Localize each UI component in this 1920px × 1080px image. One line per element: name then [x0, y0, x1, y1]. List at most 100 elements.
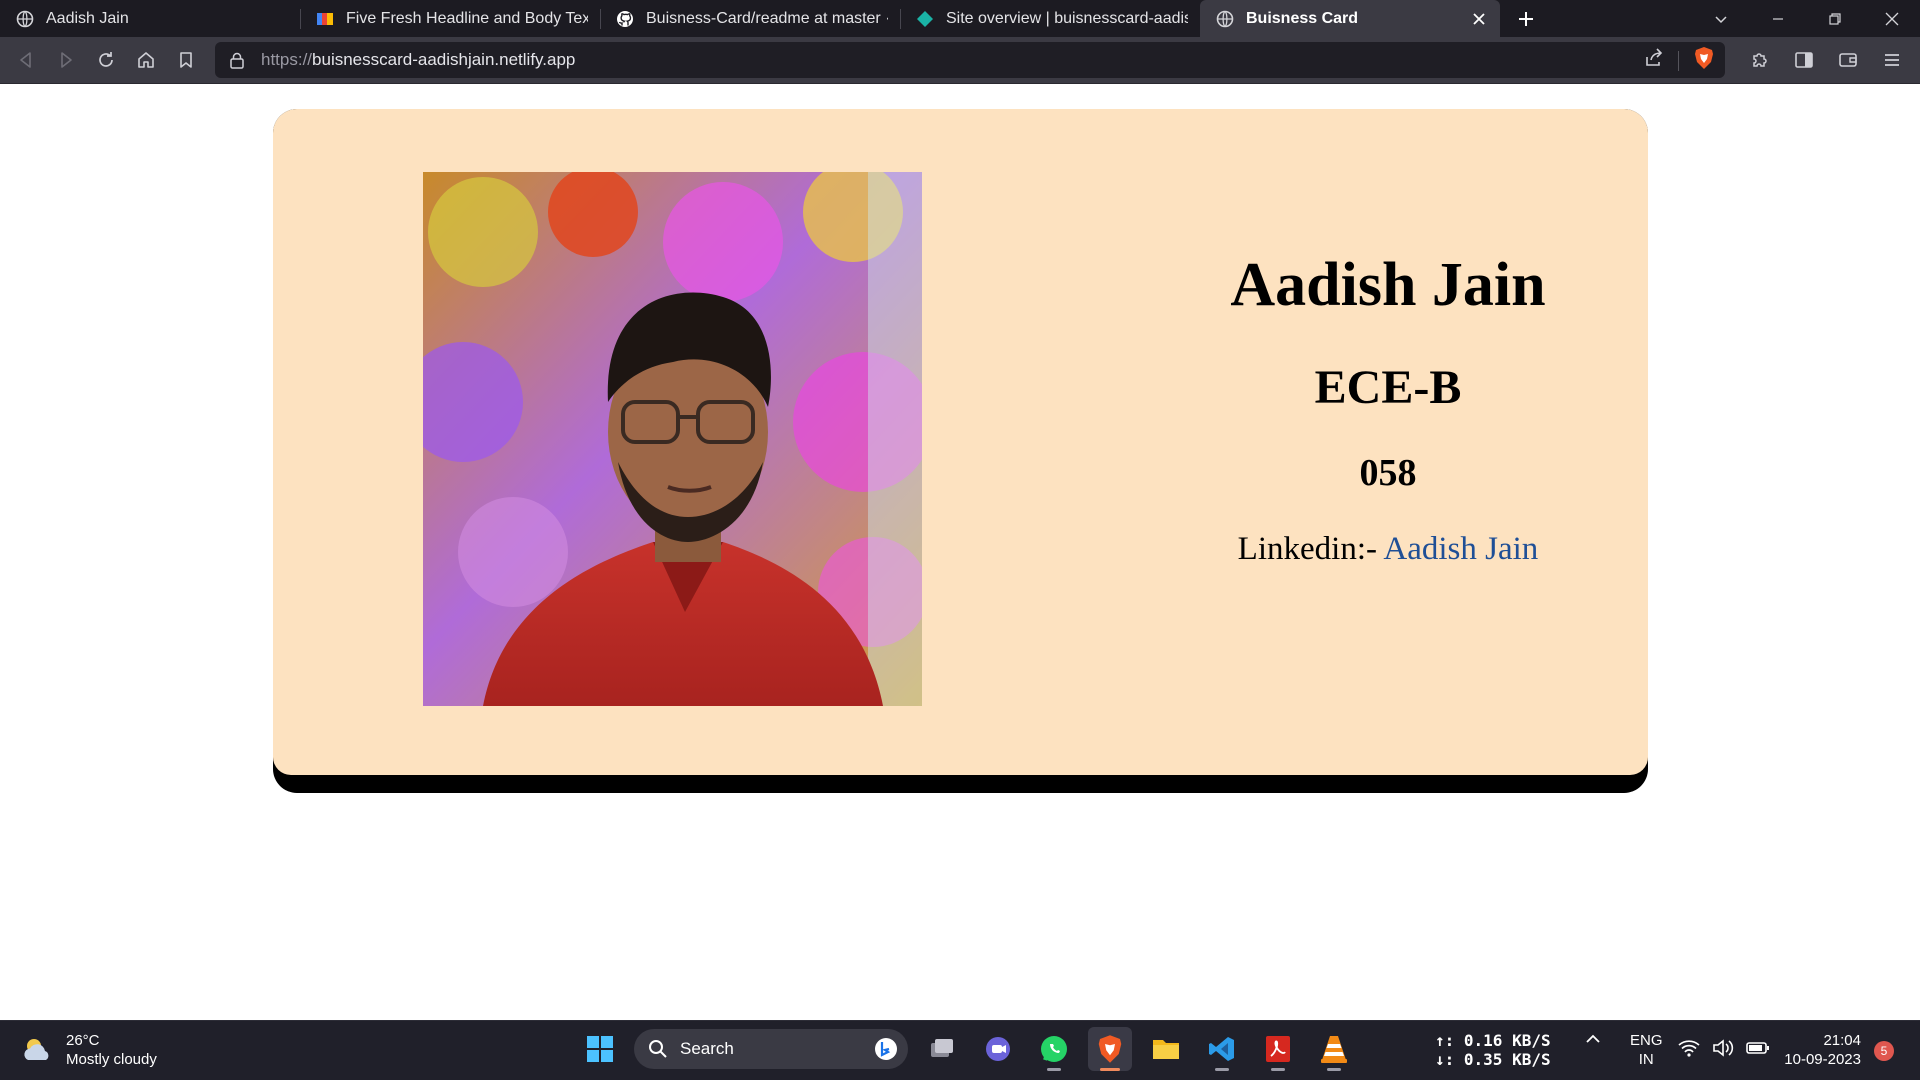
tab-title: Buisness Card — [1246, 9, 1359, 27]
task-view-button[interactable] — [920, 1027, 964, 1071]
tab-title: Site overview | buisnesscard-aadishjain — [946, 9, 1188, 27]
clock[interactable]: 21:04 10-09-2023 — [1775, 1031, 1861, 1069]
language-indicator[interactable]: ENG IN — [1630, 1031, 1663, 1069]
globe-icon — [1216, 10, 1234, 28]
whatsapp-button[interactable] — [1032, 1027, 1076, 1071]
taskbar-search[interactable]: Search — [634, 1029, 908, 1069]
linkedin-link[interactable]: Aadish Jain — [1383, 531, 1538, 567]
brave-icon — [1098, 1035, 1122, 1063]
system-tray-icons[interactable] — [1678, 1038, 1770, 1058]
forward-icon — [61, 52, 72, 68]
clock-time: 21:04 — [1823, 1032, 1861, 1049]
department: ECE-B — [1314, 361, 1462, 414]
sidebar-icon — [1795, 52, 1813, 68]
task-view-icon — [931, 1039, 953, 1057]
address-bar[interactable]: https://buisnesscard-aadishjain.netlify.… — [215, 42, 1725, 78]
restore-button[interactable] — [1806, 0, 1863, 37]
menu-button[interactable] — [1870, 40, 1914, 80]
tab-list-button[interactable] — [1692, 0, 1749, 37]
github-icon — [616, 10, 634, 28]
reload-button[interactable] — [86, 40, 126, 80]
wifi-icon — [1678, 1040, 1700, 1057]
teams-chat-button[interactable] — [976, 1027, 1020, 1071]
running-indicator — [1271, 1068, 1285, 1071]
wallet-button[interactable] — [1826, 40, 1870, 80]
vscode-icon — [1209, 1037, 1234, 1061]
home-icon — [138, 52, 154, 68]
new-tab-button[interactable] — [1500, 0, 1552, 37]
minimize-button[interactable] — [1749, 0, 1806, 37]
upload-speed: ↑: 0.16 KB/S — [1435, 1031, 1551, 1050]
pdf-reader-button[interactable] — [1256, 1027, 1300, 1071]
url-text[interactable]: https://buisnesscard-aadishjain.netlify.… — [261, 50, 575, 70]
profile-photo — [423, 172, 922, 706]
hamburger-menu-icon — [1885, 54, 1899, 66]
card-info: Aadish Jain ECE-B 058 Linkedin:- Aadish … — [1033, 249, 1743, 569]
home-button[interactable] — [126, 40, 166, 80]
back-icon — [20, 52, 31, 68]
region-code: IN — [1638, 1051, 1654, 1068]
tray-overflow-button[interactable] — [1585, 1031, 1601, 1047]
chevron-up-icon — [1586, 1034, 1600, 1043]
share-icon[interactable] — [1644, 48, 1664, 73]
language-code: ENG — [1630, 1032, 1663, 1049]
chevron-down-icon — [1714, 15, 1727, 23]
tab-netlify-overview[interactable]: Site overview | buisnesscard-aadishjain — [900, 0, 1200, 37]
chat-icon — [986, 1037, 1010, 1061]
browser-toolbar: https://buisnesscard-aadishjain.netlify.… — [0, 37, 1920, 84]
minimize-icon — [1772, 17, 1783, 20]
close-tab-icon[interactable] — [1470, 10, 1488, 28]
extensions-button[interactable] — [1738, 40, 1782, 80]
business-card-body: Aadish Jain ECE-B 058 Linkedin:- Aadish … — [273, 109, 1648, 775]
vscode-button[interactable] — [1200, 1027, 1244, 1071]
weather-widget[interactable]: 26°C Mostly cloudy — [20, 1031, 157, 1069]
back-button[interactable] — [6, 40, 46, 80]
weather-desc: Mostly cloudy — [66, 1051, 157, 1068]
wallet-icon — [1839, 53, 1857, 67]
cloudy-weather-icon — [24, 1039, 49, 1060]
running-indicator — [1047, 1068, 1061, 1071]
close-window-button[interactable] — [1863, 0, 1920, 37]
lock-icon[interactable] — [227, 50, 247, 70]
tab-buisness-card[interactable]: Buisness Card — [1200, 0, 1500, 37]
bing-icon — [875, 1038, 897, 1060]
whatsapp-icon — [1041, 1036, 1067, 1062]
vlc-cone-icon — [1321, 1036, 1347, 1063]
brave-button[interactable] — [1088, 1027, 1132, 1071]
window-controls — [1692, 0, 1920, 37]
forward-button[interactable] — [46, 40, 86, 80]
tab-github-readme[interactable]: Buisness-Card/readme at master · Aadish — [600, 0, 900, 37]
tab-aadish-jain[interactable]: Aadish Jain — [0, 0, 300, 37]
close-icon — [1885, 12, 1898, 25]
notification-badge[interactable]: 5 — [1874, 1041, 1894, 1061]
weather-temp: 26°C — [66, 1032, 100, 1049]
linkedin-line: Linkedin:- Aadish Jain — [1033, 529, 1743, 569]
network-speed: ↑: 0.16 KB/S ↓: 0.35 KB/S — [1435, 1031, 1551, 1069]
netlify-icon — [916, 10, 934, 28]
taskbar-apps: Search — [578, 1027, 1356, 1071]
battery-icon — [1746, 1042, 1769, 1054]
running-indicator — [1100, 1068, 1120, 1071]
folder-icon — [1153, 1040, 1179, 1059]
search-icon — [648, 1039, 668, 1059]
windows-logo-icon — [587, 1036, 613, 1062]
sidebar-button[interactable] — [1782, 40, 1826, 80]
tab-title: Five Fresh Headline and Body Text Pairin… — [346, 9, 588, 27]
url-host: buisnesscard-aadishjain.netlify.app — [312, 50, 576, 69]
toolbar-right — [1738, 40, 1920, 80]
bookmark-button[interactable] — [166, 40, 206, 80]
taskbar: 26°C Mostly cloudy Search ↑: 0.16 KB/S ↓… — [0, 1020, 1920, 1080]
brave-shields-icon[interactable] — [1693, 46, 1715, 75]
bookmark-icon — [180, 52, 192, 68]
tab-canva-fonts[interactable]: Five Fresh Headline and Body Text Pairin… — [300, 0, 600, 37]
person-name: Aadish Jain — [1230, 251, 1546, 319]
reload-icon — [99, 52, 113, 67]
start-button[interactable] — [578, 1027, 622, 1071]
globe-icon — [16, 10, 34, 28]
address-bar-actions — [1644, 46, 1715, 75]
volume-icon — [1713, 1039, 1734, 1057]
file-explorer-button[interactable] — [1144, 1027, 1188, 1071]
vlc-button[interactable] — [1312, 1027, 1356, 1071]
roll-number: 058 — [1359, 452, 1417, 494]
canva-icon — [316, 10, 334, 28]
